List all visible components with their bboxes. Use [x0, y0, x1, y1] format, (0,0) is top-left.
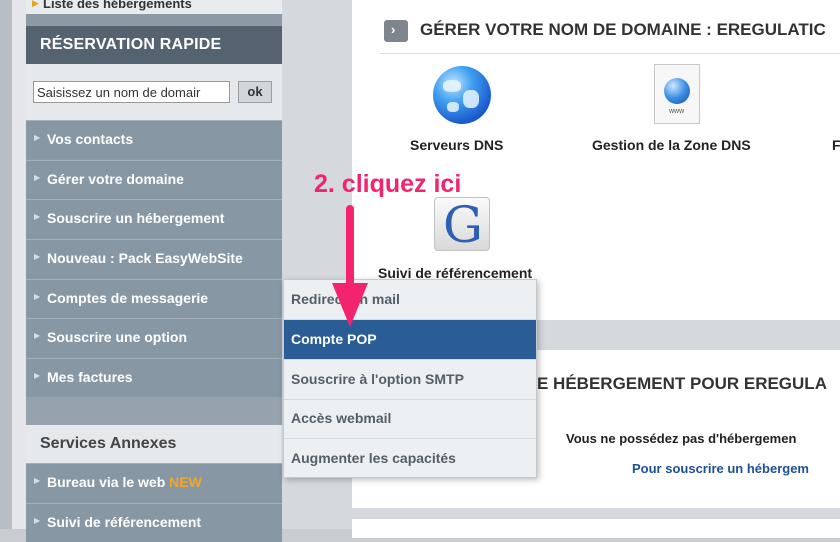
window-left-border: [12, 0, 26, 529]
triangle-right-icon: ▶: [32, 0, 39, 8]
hosting-panel-title: E HÉBERGEMENT POUR EREGULA: [537, 374, 827, 393]
sidebar-item-pack-easywebsite[interactable]: ▶ Nouveau : Pack EasyWebSite: [26, 239, 282, 278]
triangle-right-icon: ▶: [34, 331, 41, 340]
domain-search-input[interactable]: [33, 81, 230, 103]
annotation-label: 2. cliquez ici: [314, 170, 462, 198]
menu-item-option-smtp[interactable]: Souscrire à l'option SMTP: [284, 360, 536, 400]
menu-item-augmenter-capacites[interactable]: Augmenter les capacités: [284, 439, 536, 479]
reservation-title: RÉSERVATION RAPIDE: [40, 36, 222, 53]
sidebar-item-vos-contacts[interactable]: ▶ Vos contacts: [26, 120, 282, 159]
chevron-right-icon: ›: [384, 20, 408, 42]
tool-cutoff[interactable]: F: [832, 137, 840, 153]
services-annexes-title: Services Annexes: [40, 435, 177, 452]
window-left-edge: [0, 0, 12, 529]
dns-document-icon[interactable]: www: [654, 64, 700, 124]
triangle-right-icon: ▶: [34, 252, 41, 261]
services-annexes-header: Services Annexes: [26, 425, 282, 463]
sidebar-item-mes-factures[interactable]: ▶ Mes factures: [26, 358, 282, 397]
next-panel: [352, 518, 840, 538]
domain-panel-title: GÉRER VOTRE NOM DE DOMAINE : EREGULATIC: [420, 20, 826, 39]
triangle-right-icon: ▶: [34, 371, 41, 380]
sidebar-item-suivi-referencement[interactable]: ▶ Suivi de référencement: [26, 503, 282, 542]
sidebar-item-gerer-domaine[interactable]: ▶ Gérer votre domaine: [26, 160, 282, 199]
sidebar-spacer: [26, 397, 282, 425]
menu-item-acces-webmail[interactable]: Accès webmail: [284, 399, 536, 439]
sidebar-item-comptes-messagerie[interactable]: ▶ Comptes de messagerie: [26, 279, 282, 318]
google-g-icon[interactable]: G: [434, 196, 490, 254]
triangle-right-icon: ▶: [34, 516, 41, 525]
triangle-right-icon: ▶: [34, 476, 41, 485]
sidebar: ▶ Liste des hébergements RÉSERVATION RAP…: [26, 0, 282, 542]
hosting-status-text: Vous ne possédez pas d'hébergemen: [566, 431, 797, 446]
sidebar-item-bureau-web[interactable]: ▶ Bureau via le web NEW: [26, 463, 282, 502]
reservation-box: ok: [26, 64, 282, 120]
sidebar-item-souscrire-option[interactable]: ▶ Souscrire une option: [26, 318, 282, 357]
triangle-right-icon: ▶: [34, 292, 41, 301]
globe-icon[interactable]: [433, 66, 491, 124]
title-divider: [380, 53, 840, 54]
domain-search-ok-button[interactable]: ok: [238, 81, 272, 103]
sidebar-link-liste-hebergements[interactable]: ▶ Liste des hébergements: [26, 0, 282, 14]
tool-gestion-zone-dns[interactable]: Gestion de la Zone DNS: [592, 137, 751, 153]
reservation-header: RÉSERVATION RAPIDE: [26, 26, 282, 64]
tool-serveurs-dns[interactable]: Serveurs DNS: [410, 137, 503, 153]
triangle-right-icon: ▶: [34, 133, 41, 142]
new-badge: NEW: [169, 474, 202, 490]
hosting-subscribe-link[interactable]: Pour souscrire un hébergem: [632, 461, 809, 476]
triangle-right-icon: ▶: [34, 212, 41, 221]
sidebar-item-souscrire-hebergement[interactable]: ▶ Souscrire un hébergement: [26, 199, 282, 238]
annotation-arrow-icon: [332, 205, 368, 327]
triangle-right-icon: ▶: [34, 173, 41, 182]
